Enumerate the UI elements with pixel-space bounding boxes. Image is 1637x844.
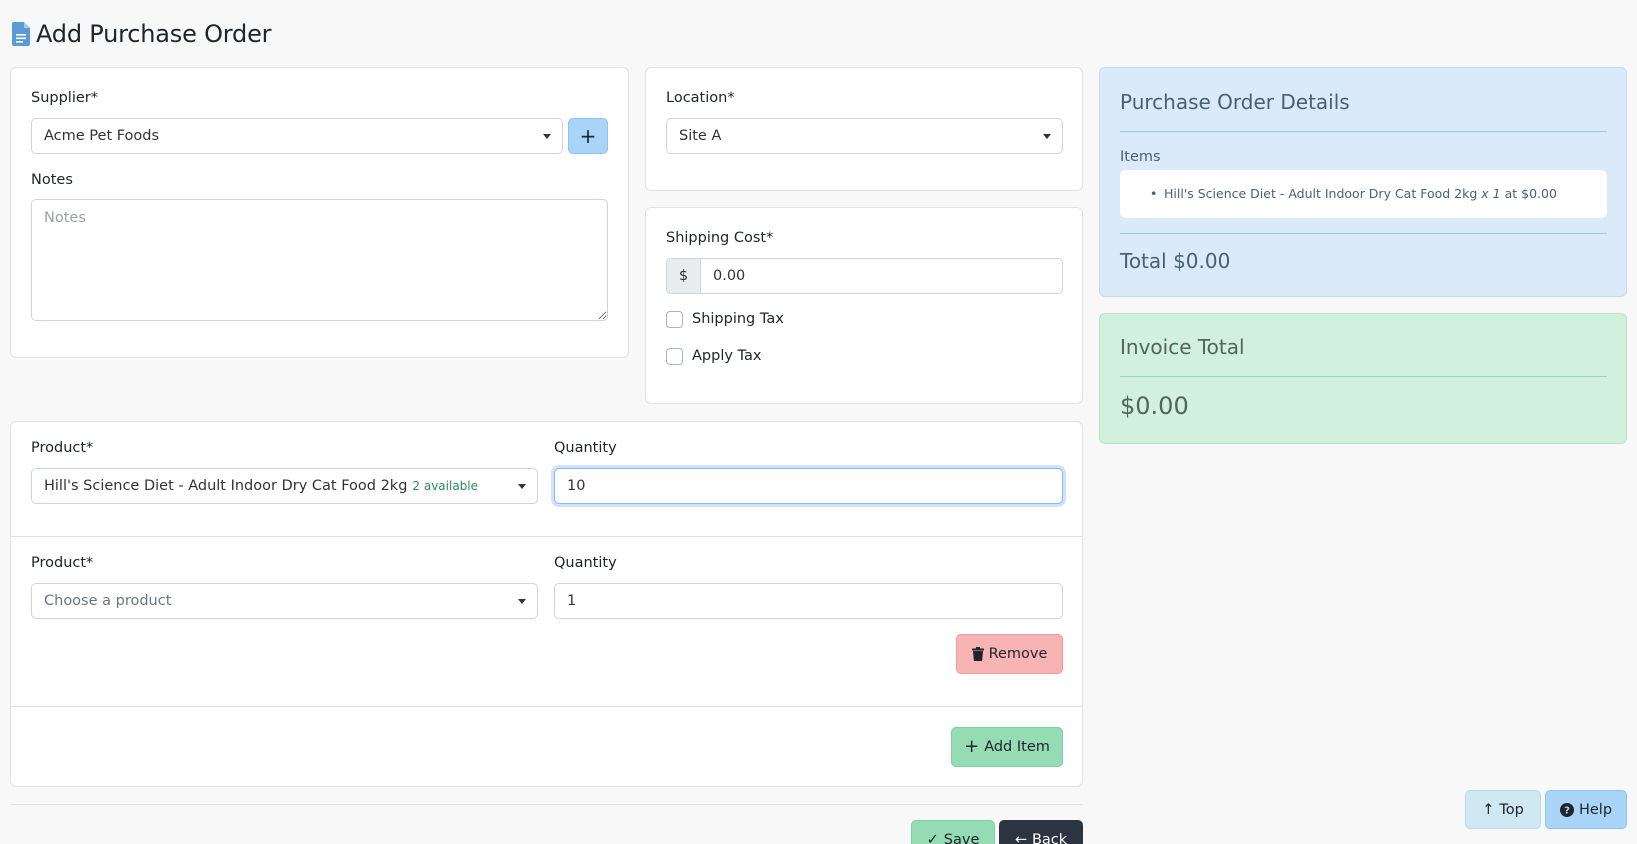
invoice-title: Invoice Total bbox=[1120, 335, 1245, 359]
back-button[interactable]: ← Back bbox=[999, 820, 1083, 844]
invoice-divider bbox=[1120, 376, 1607, 377]
line-item-qty: x 1 bbox=[1481, 186, 1501, 201]
location-select[interactable]: Site A bbox=[666, 118, 1063, 154]
scroll-top-button[interactable]: ↑ Top bbox=[1465, 790, 1541, 829]
svg-text:?: ? bbox=[1564, 805, 1570, 816]
chevron-down-icon bbox=[543, 134, 551, 139]
line-item: • Hill's Science Diet - Adult Indoor Dry… bbox=[1150, 186, 1557, 201]
supplier-card: Supplier* Acme Pet Foods + Notes bbox=[10, 67, 629, 358]
page-title: Add Purchase Order bbox=[36, 20, 272, 48]
dollar-sign: $ bbox=[678, 268, 689, 284]
quantity-value: 1 bbox=[567, 593, 577, 609]
remove-label: Remove bbox=[988, 646, 1048, 662]
check-icon: ✓ bbox=[926, 832, 939, 844]
apply-tax-label: Apply Tax bbox=[692, 348, 762, 364]
details-divider bbox=[1120, 131, 1607, 132]
back-label: Back bbox=[1031, 832, 1068, 844]
details-total: Total $0.00 bbox=[1120, 249, 1231, 273]
quantity-label: Quantity bbox=[554, 440, 617, 456]
bullet: • bbox=[1150, 186, 1158, 201]
availability-badge: 2 available bbox=[412, 479, 479, 493]
shipping-tax-label: Shipping Tax bbox=[692, 311, 784, 327]
trash-icon bbox=[971, 647, 984, 661]
invoice-amount: $0.00 bbox=[1120, 392, 1189, 420]
location-value: Site A bbox=[679, 128, 722, 144]
details-title: Purchase Order Details bbox=[1120, 90, 1350, 114]
product-select[interactable]: Choose a product bbox=[31, 583, 538, 619]
chevron-down-icon bbox=[1043, 134, 1051, 139]
location-card: Location* Site A bbox=[645, 67, 1083, 191]
arrow-left-icon: ← bbox=[1014, 832, 1027, 844]
help-label: Help bbox=[1578, 801, 1613, 818]
chevron-down-icon bbox=[518, 599, 526, 604]
details-divider bbox=[1120, 233, 1607, 234]
quantity-input[interactable]: 1 bbox=[554, 583, 1063, 619]
question-circle-icon: ? bbox=[1559, 802, 1574, 817]
location-label: Location* bbox=[666, 90, 735, 106]
supplier-select[interactable]: Acme Pet Foods bbox=[31, 118, 563, 154]
supplier-label: Supplier* bbox=[31, 90, 98, 106]
add-item-button[interactable]: + Add Item bbox=[951, 727, 1063, 767]
top-label: Top bbox=[1499, 801, 1524, 818]
shipping-card: Shipping Cost* $ 0.00 Shipping Tax Apply… bbox=[645, 207, 1083, 404]
apply-tax-checkbox[interactable] bbox=[666, 348, 683, 365]
product-select[interactable]: Hill's Science Diet - Adult Indoor Dry C… bbox=[31, 468, 538, 504]
items-card: Product* Hill's Science Diet - Adult Ind… bbox=[10, 421, 1083, 787]
product-value: Hill's Science Diet - Adult Indoor Dry C… bbox=[44, 478, 408, 494]
shipping-cost-prefix: $ bbox=[666, 258, 701, 294]
arrow-up-icon: ↑ bbox=[1482, 801, 1495, 818]
chevron-down-icon bbox=[518, 484, 526, 489]
details-panel: Purchase Order Details Items • Hill's Sc… bbox=[1099, 67, 1627, 297]
save-button[interactable]: ✓ Save bbox=[911, 820, 995, 844]
plus-icon: + bbox=[964, 736, 980, 757]
items-list-box: • Hill's Science Diet - Adult Indoor Dry… bbox=[1120, 170, 1607, 218]
product-label: Product* bbox=[31, 440, 94, 456]
notes-label: Notes bbox=[31, 172, 73, 188]
shipping-tax-checkbox[interactable] bbox=[666, 311, 683, 328]
line-item-price: at $0.00 bbox=[1504, 186, 1557, 201]
product-placeholder: Choose a product bbox=[44, 593, 172, 609]
plus-icon: + bbox=[579, 124, 597, 148]
add-item-label: Add Item bbox=[984, 739, 1050, 755]
notes-textarea[interactable] bbox=[31, 199, 608, 321]
remove-button[interactable]: Remove bbox=[956, 634, 1063, 674]
shipping-cost-label: Shipping Cost* bbox=[666, 230, 774, 246]
product-label: Product* bbox=[31, 555, 94, 571]
footer-divider bbox=[10, 804, 1083, 805]
shipping-cost-input[interactable]: 0.00 bbox=[700, 258, 1063, 294]
line-item-name: Hill's Science Diet - Adult Indoor Dry C… bbox=[1164, 186, 1478, 201]
items-label: Items bbox=[1120, 149, 1161, 165]
quantity-label: Quantity bbox=[554, 555, 617, 571]
save-label: Save bbox=[943, 832, 980, 844]
help-button[interactable]: ? Help bbox=[1545, 790, 1627, 829]
document-icon bbox=[12, 22, 30, 46]
quantity-input[interactable]: 10 bbox=[554, 468, 1063, 504]
page-header: Add Purchase Order bbox=[12, 20, 272, 48]
item-divider bbox=[11, 536, 1082, 537]
add-supplier-button[interactable]: + bbox=[568, 118, 608, 154]
invoice-panel: Invoice Total $0.00 bbox=[1099, 313, 1627, 444]
supplier-value: Acme Pet Foods bbox=[44, 128, 160, 144]
add-item-divider bbox=[11, 706, 1082, 707]
shipping-cost-value: 0.00 bbox=[713, 268, 746, 284]
quantity-value: 10 bbox=[567, 478, 586, 494]
